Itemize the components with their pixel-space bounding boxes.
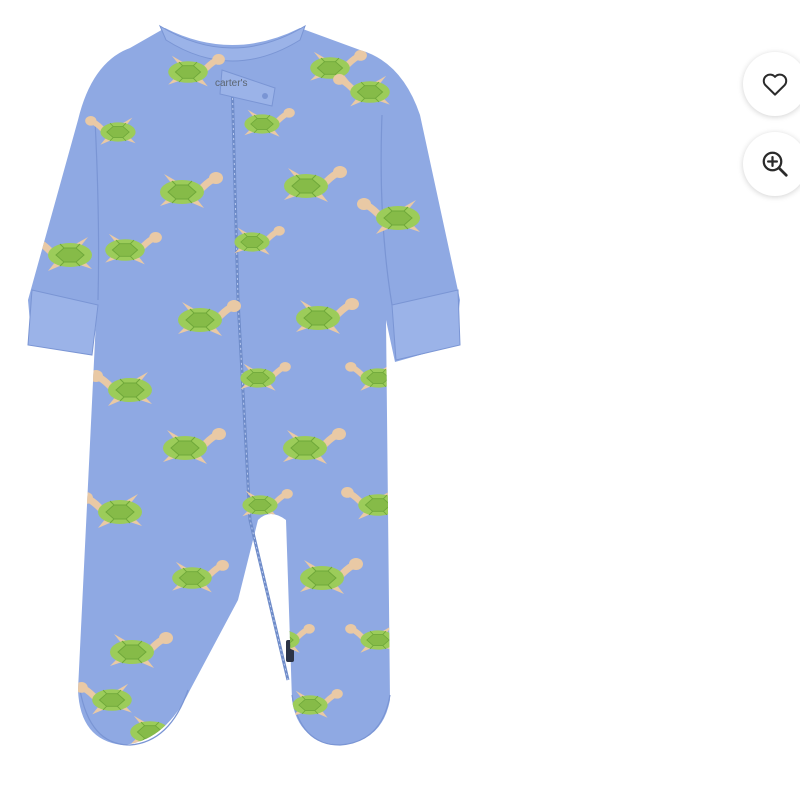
heart-icon: [760, 69, 790, 99]
favorite-button[interactable]: [743, 52, 800, 116]
zoom-button[interactable]: [743, 132, 800, 196]
brand-tag: carter's: [215, 78, 247, 89]
sleeper-garment: [27, 24, 461, 746]
product-image[interactable]: carter's: [0, 0, 800, 800]
zoom-in-icon: [760, 149, 790, 179]
footed-sleeper-photo: carter's: [27, 24, 461, 746]
